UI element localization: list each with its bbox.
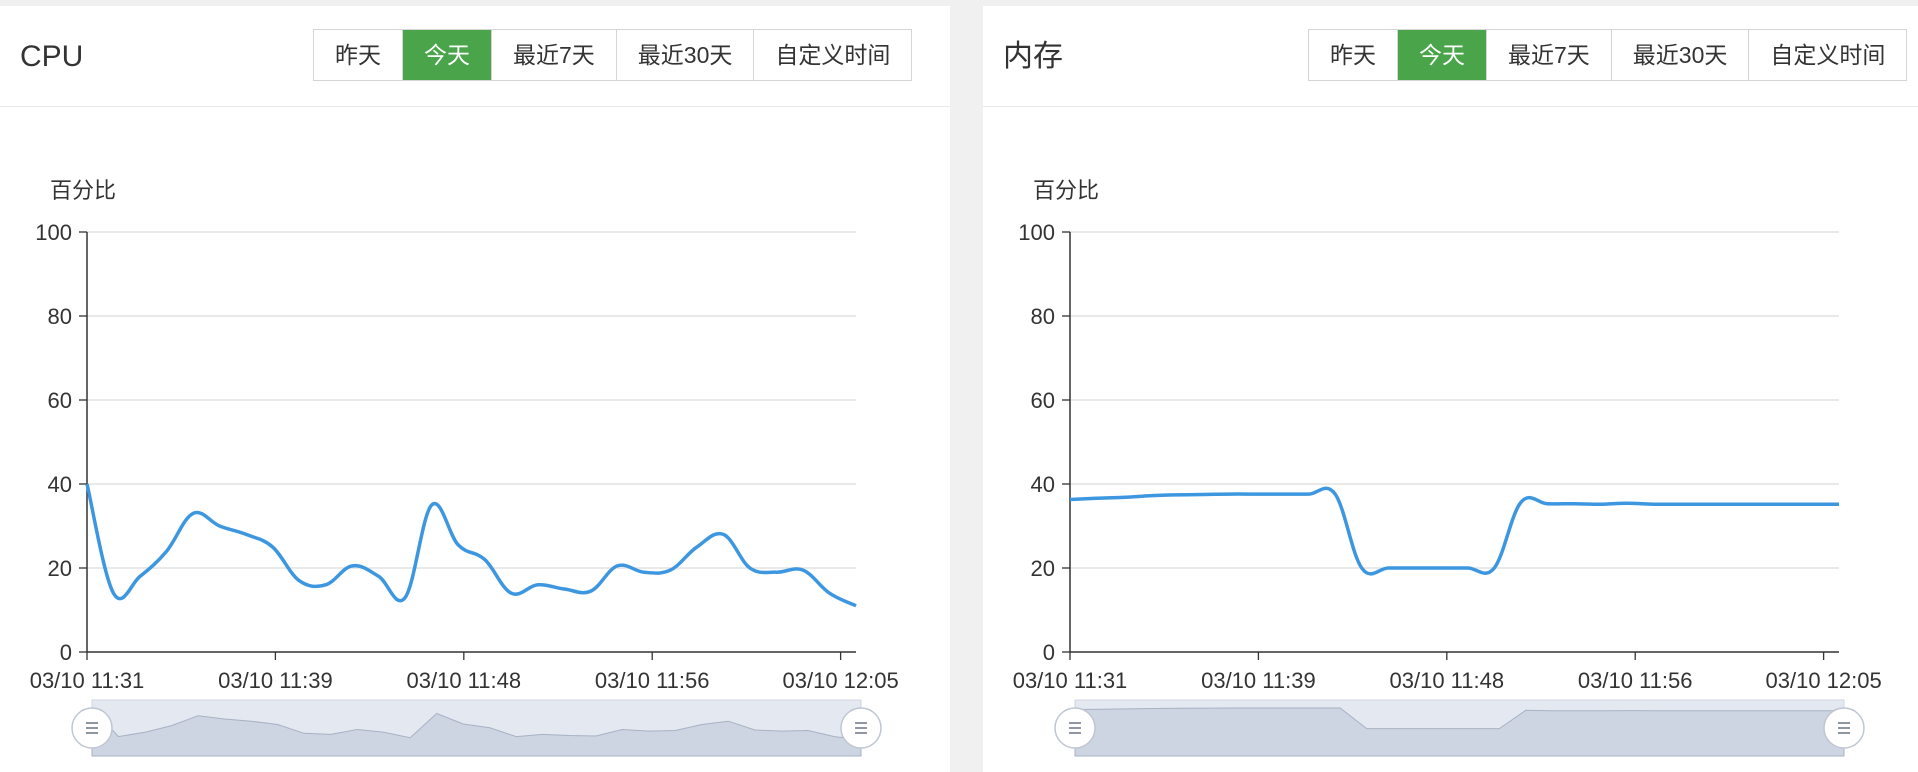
memory-data-point[interactable] [1594, 498, 1606, 510]
cpu-data-point[interactable] [293, 575, 305, 587]
cpu-data-point[interactable] [320, 579, 332, 591]
cpu-data-point[interactable] [505, 587, 517, 599]
memory-data-point[interactable] [1170, 489, 1182, 501]
cpu-data-point[interactable] [108, 587, 120, 599]
memory-x-tick-label: 03/10 11:56 [1578, 668, 1693, 693]
memory-data-point[interactable] [1303, 488, 1315, 500]
cpu-data-point[interactable] [664, 564, 676, 576]
memory-y-tick-label: 80 [1031, 304, 1055, 329]
memory-data-point[interactable] [1329, 488, 1341, 500]
memory-x-tick-label: 03/10 11:31 [1013, 668, 1128, 693]
cpu-y-tick-label: 40 [48, 472, 72, 497]
cpu-y-tick-label: 20 [48, 556, 72, 581]
cpu-data-point[interactable] [161, 545, 173, 557]
cpu-data-point[interactable] [691, 541, 703, 553]
memory-data-point[interactable] [1462, 562, 1474, 574]
memory-data-point[interactable] [1488, 562, 1500, 574]
memory-data-point[interactable] [1276, 488, 1288, 500]
memory-data-point[interactable] [1541, 498, 1553, 510]
cpu-y-tick-label: 100 [35, 220, 72, 245]
memory-data-point[interactable] [1382, 562, 1394, 574]
memory-data-point[interactable] [1250, 488, 1262, 500]
cpu-data-point[interactable] [823, 587, 835, 599]
memory-data-point[interactable] [1700, 498, 1712, 510]
memory-data-point[interactable] [1409, 562, 1421, 574]
cpu-data-point[interactable] [850, 600, 862, 612]
cpu-panel: CPU 昨天 今天 最近7天 最近30天 自定义时间 百分比 0 20 40 60 80 1… [0, 6, 950, 772]
cpu-data-point[interactable] [717, 528, 729, 540]
memory-data-point[interactable] [1117, 491, 1129, 503]
cpu-data-point[interactable] [452, 539, 464, 551]
cpu-data-point[interactable] [373, 570, 385, 582]
memory-x-tick-label: 03/10 11:48 [1390, 668, 1505, 693]
memory-data-point[interactable] [1780, 498, 1792, 510]
cpu-data-point[interactable] [558, 583, 570, 595]
memory-data-point[interactable] [1621, 497, 1633, 509]
memory-series-line [1069, 486, 1839, 576]
memory-x-tick-label: 03/10 12:05 [1766, 668, 1882, 693]
memory-data-point[interactable] [1144, 490, 1156, 502]
cpu-data-point[interactable] [585, 585, 597, 597]
memory-data-point[interactable] [1647, 498, 1659, 510]
cpu-x-tick-label: 03/10 11:31 [30, 668, 145, 693]
memory-data-point[interactable] [1568, 498, 1580, 510]
cpu-data-point[interactable] [399, 591, 411, 603]
cpu-data-point[interactable] [267, 541, 279, 553]
cpu-x-tick-label: 03/10 11:39 [218, 668, 333, 693]
cpu-data-point[interactable] [214, 520, 226, 532]
cpu-data-point[interactable] [134, 570, 146, 582]
memory-y-tick-label: 40 [1031, 472, 1055, 497]
cpu-x-tick-label: 03/10 11:56 [595, 668, 710, 693]
memory-zoom-handle-left[interactable] [1054, 707, 1096, 749]
cpu-y-tick-label: 80 [48, 304, 72, 329]
memory-y-tick-label: 20 [1031, 556, 1055, 581]
memory-data-point[interactable] [1515, 496, 1527, 508]
cpu-x-tick-label: 03/10 11:48 [407, 668, 522, 693]
memory-panel: 内存 昨天 今天 最近7天 最近30天 自定义时间 百分比 0 20 40 60 80 10… [983, 6, 1918, 772]
cpu-data-point[interactable] [240, 528, 252, 540]
cpu-data-point[interactable] [532, 579, 544, 591]
cpu-y-tick-label: 0 [60, 640, 72, 665]
cpu-data-point[interactable] [611, 560, 623, 572]
memory-zoom-handle-right[interactable] [1823, 707, 1865, 749]
memory-y-tick-label: 100 [1018, 220, 1055, 245]
cpu-data-point[interactable] [770, 566, 782, 578]
memory-chart: 百分比 0 20 40 60 80 100 03/10 11:31 03/10 11:39 03/… [1013, 178, 1882, 757]
cpu-y-axis-title: 百分比 [50, 178, 116, 203]
cpu-data-point[interactable] [479, 554, 491, 566]
memory-y-axis-title: 百分比 [1033, 178, 1099, 203]
memory-data-point[interactable] [1833, 498, 1845, 510]
memory-data-point[interactable] [1091, 492, 1103, 504]
cpu-zoom-handle-left[interactable] [71, 707, 113, 749]
memory-y-tick-label: 60 [1031, 388, 1055, 413]
memory-data-point[interactable] [1753, 498, 1765, 510]
cpu-data-point[interactable] [638, 566, 650, 578]
cpu-zoom-handle-right[interactable] [840, 707, 882, 749]
cpu-data-point[interactable] [426, 499, 438, 511]
cpu-series-line [85, 483, 857, 608]
memory-data-point[interactable] [1727, 498, 1739, 510]
cpu-chart: 百分比 0 20 40 60 80 100 03/10 11:31 03/10 11:39 03/… [30, 178, 899, 757]
cpu-data-point[interactable] [744, 562, 756, 574]
memory-data-point[interactable] [1223, 488, 1235, 500]
memory-y-tick-label: 0 [1043, 640, 1055, 665]
memory-data-point[interactable] [1674, 498, 1686, 510]
cpu-y-tick-label: 60 [48, 388, 72, 413]
cpu-x-tick-label: 03/10 12:05 [783, 668, 899, 693]
cpu-data-point[interactable] [187, 507, 199, 519]
memory-data-point[interactable] [1356, 562, 1368, 574]
cpu-data-point[interactable] [81, 478, 93, 490]
cpu-data-point[interactable] [797, 564, 809, 576]
memory-x-tick-label: 03/10 11:39 [1201, 668, 1316, 693]
memory-data-point[interactable] [1435, 562, 1447, 574]
memory-data-point[interactable] [1806, 498, 1818, 510]
cpu-data-point[interactable] [346, 560, 358, 572]
memory-data-point[interactable] [1197, 489, 1209, 501]
memory-data-point[interactable] [1064, 494, 1076, 506]
